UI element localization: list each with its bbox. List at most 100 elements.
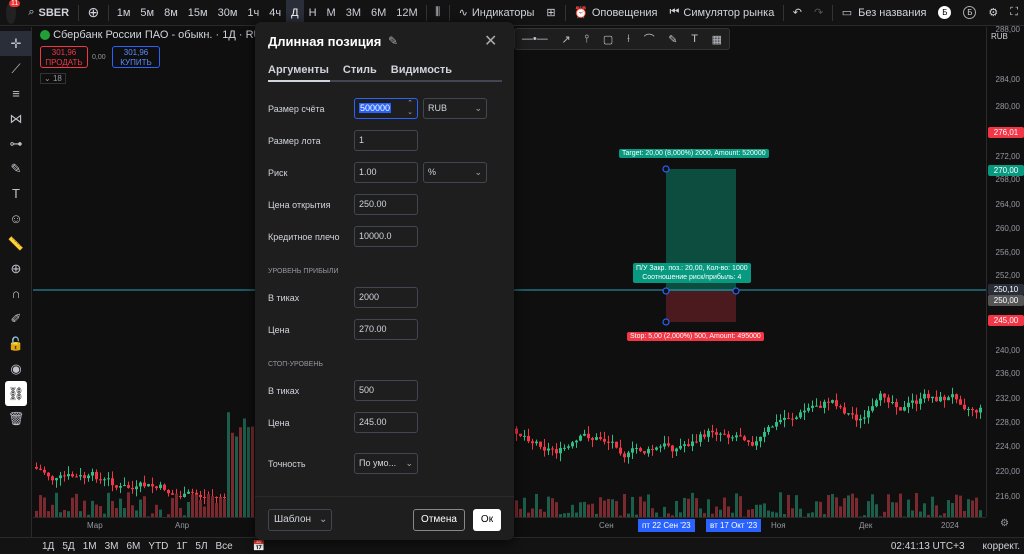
candle-body xyxy=(555,449,558,454)
line-tool-icon[interactable]: —•— xyxy=(522,33,548,45)
ruler-icon[interactable]: 📏 xyxy=(0,231,32,256)
brush-small-icon[interactable]: ✎ xyxy=(668,33,677,46)
volume-bar xyxy=(131,505,134,517)
table-icon[interactable]: ▦ xyxy=(712,33,722,46)
templates-icon[interactable]: ⊞ xyxy=(540,0,561,26)
candle-body xyxy=(643,451,646,454)
volume-bar xyxy=(971,500,974,517)
replay-button[interactable]: ⏮ Симулятор рынка xyxy=(664,0,781,26)
account-size-input[interactable]: 500000 ⌃ ⌄ xyxy=(354,98,418,119)
range-7[interactable]: 5Л xyxy=(191,541,211,552)
interval-0[interactable]: 1м xyxy=(112,0,136,26)
leverage-label: Кредитное плечо xyxy=(268,232,340,242)
goto-date-icon[interactable]: 📅 xyxy=(249,541,269,552)
stop-price-label: Цена xyxy=(268,418,290,428)
pattern-icon[interactable]: ⋈ xyxy=(0,106,32,131)
settings-gear-icon[interactable]: ⚙ xyxy=(1000,518,1009,529)
brush-icon[interactable]: ✎ xyxy=(0,156,32,181)
volume-bar xyxy=(615,501,618,517)
fib-icon[interactable]: ≡ xyxy=(0,81,32,106)
risk-input[interactable]: 1.00 xyxy=(354,162,418,183)
template-button[interactable]: Шаблон ⌄ xyxy=(268,509,332,531)
b-button[interactable]: Б xyxy=(932,0,957,26)
candle-body xyxy=(859,418,862,421)
prediction-icon[interactable]: ⊶ xyxy=(0,131,32,156)
volume-bar xyxy=(135,510,138,517)
precision-select[interactable]: По умо... ⌄ xyxy=(354,453,418,474)
ok-button[interactable]: Ок xyxy=(473,509,501,531)
trend-line-icon[interactable]: ⟋ xyxy=(0,56,32,81)
text-small-icon[interactable]: T xyxy=(691,33,698,45)
close-icon[interactable]: ✕ xyxy=(484,31,497,51)
range-0[interactable]: 1Д xyxy=(38,541,58,552)
range-8[interactable]: Все xyxy=(212,541,237,552)
candle-body xyxy=(875,400,878,407)
edit-title-icon[interactable]: ✎ xyxy=(388,34,398,48)
fork-icon[interactable]: ⫯ xyxy=(584,33,589,46)
magnet-icon[interactable]: ∩ xyxy=(0,281,32,306)
fullscreen-icon[interactable]: ⛶ xyxy=(1004,0,1024,26)
redo-icon[interactable]: ↷ xyxy=(808,0,829,26)
link-icon[interactable]: ⛓ xyxy=(5,381,27,406)
volume-bar xyxy=(923,503,926,517)
trash-icon[interactable]: 🗑 xyxy=(0,406,32,431)
undo-icon[interactable]: ↶ xyxy=(787,0,808,26)
interval-4[interactable]: 30м xyxy=(213,0,243,26)
candle-body xyxy=(547,448,550,451)
range-1[interactable]: 5Д xyxy=(58,541,78,552)
b-button-outline[interactable]: Б xyxy=(957,0,982,26)
curve-icon[interactable]: ⌒ xyxy=(644,31,655,47)
text-icon[interactable]: T xyxy=(0,181,32,206)
lock-icon[interactable]: 🔓 xyxy=(0,331,32,356)
chevron-down-icon: ⌄ xyxy=(405,458,413,468)
time-tag-end: вт 17 Окт '23 xyxy=(706,519,762,532)
path-icon[interactable]: ⟊ xyxy=(627,33,630,46)
cancel-button[interactable]: Отмена xyxy=(413,509,465,531)
sell-button[interactable]: 301,96 ПРОДАТЬ xyxy=(40,46,88,68)
entry-price-input[interactable]: 250.00 xyxy=(354,194,418,215)
symbol-search[interactable]: ⌕ SBER xyxy=(22,0,75,26)
zoom-icon[interactable]: ⊕ xyxy=(0,256,32,281)
profit-ticks-input[interactable]: 2000 xyxy=(354,287,418,308)
range-3[interactable]: 3М xyxy=(101,541,123,552)
legend-collapse-button[interactable]: ⌄ 18 xyxy=(40,73,66,84)
tab-style[interactable]: Стиль xyxy=(343,64,377,76)
profit-price-input[interactable]: 270.00 xyxy=(354,319,418,340)
range-4[interactable]: 6М xyxy=(123,541,145,552)
rect-icon[interactable]: ▢ xyxy=(603,33,613,46)
crosshair-icon[interactable]: ✛ xyxy=(0,31,32,56)
user-avatar[interactable]: 11 xyxy=(6,0,21,24)
eye-icon[interactable]: ◉ xyxy=(0,356,32,381)
candle-body xyxy=(615,441,618,448)
tab-arguments[interactable]: Аргументы xyxy=(268,64,329,76)
risk-unit-select[interactable]: % ⌄ xyxy=(423,162,487,183)
buy-button[interactable]: 301,96 КУПИТЬ xyxy=(112,46,160,68)
volume-bar xyxy=(847,495,850,517)
candle-body xyxy=(199,494,202,497)
clock[interactable]: 02:41:13 UTC+3 xyxy=(887,541,969,552)
arrow-tool-icon[interactable]: ↗ xyxy=(561,33,570,46)
stop-price-input[interactable]: 245.00 xyxy=(354,412,418,433)
lot-size-input[interactable]: 1 xyxy=(354,130,418,151)
currency-select[interactable]: RUB ⌄ xyxy=(423,98,487,119)
adjust-toggle[interactable]: коррект. xyxy=(979,541,1024,552)
interval-3[interactable]: 15м xyxy=(183,0,213,26)
range-2[interactable]: 1М xyxy=(79,541,101,552)
alerts-button[interactable]: ⏰ Оповещения xyxy=(568,0,663,26)
interval-1[interactable]: 5м xyxy=(135,0,159,26)
stop-ticks-input[interactable]: 500 xyxy=(354,380,418,401)
price-axis[interactable]: RUB 288,00 284,00 280,00 276,01 272,00 270,00… xyxy=(986,25,1024,517)
range-5[interactable]: YTD xyxy=(144,541,172,552)
lock-draw-icon[interactable]: ✐ xyxy=(0,306,32,331)
leverage-input[interactable]: 10000.0 xyxy=(354,226,418,247)
volume-bar xyxy=(175,493,178,517)
compare-button[interactable]: ⊕ xyxy=(82,0,106,26)
settings-icon[interactable]: ⚙ xyxy=(982,0,1004,26)
emoji-icon[interactable]: ☺ xyxy=(0,206,32,231)
layout-name-button[interactable]: ▭ Без названия xyxy=(836,0,933,26)
stepper-icon[interactable]: ⌃ ⌄ xyxy=(407,99,413,117)
range-6[interactable]: 1Г xyxy=(172,541,191,552)
interval-2[interactable]: 8м xyxy=(159,0,183,26)
tab-visibility[interactable]: Видимость xyxy=(391,64,452,76)
candle-body xyxy=(147,484,150,487)
